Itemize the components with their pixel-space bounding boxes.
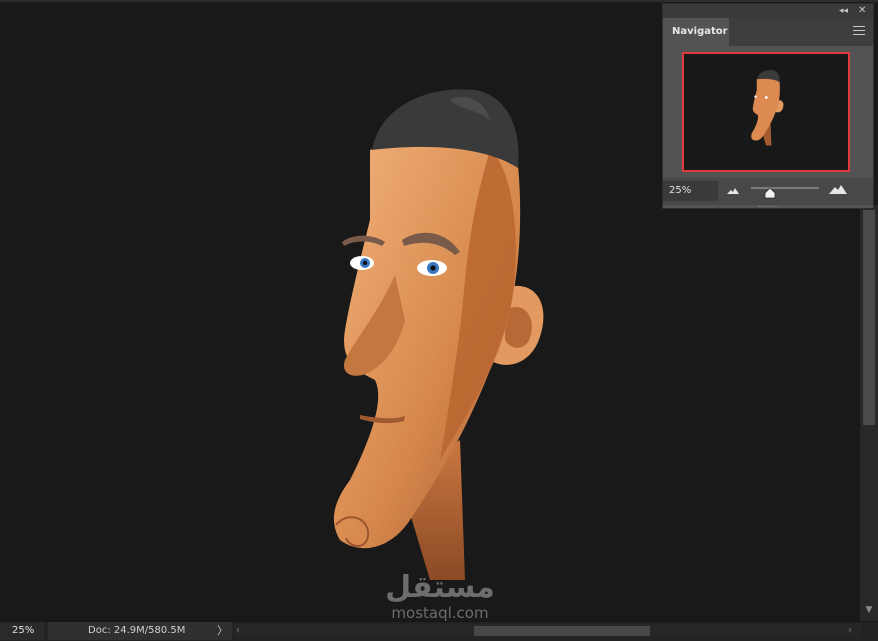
zoom-percent-field[interactable]: 25%: [663, 181, 718, 201]
zoom-in-mountain-icon[interactable]: [829, 185, 847, 194]
canvas-top-edge: [0, 0, 878, 2]
zoom-slider-track[interactable]: [751, 187, 819, 189]
navigator-preview[interactable]: [682, 52, 850, 172]
watermark-url: mostaql.com: [391, 604, 489, 622]
panel-header[interactable]: ◂◂ ✕: [663, 4, 873, 18]
navigator-panel: ◂◂ ✕ Navigator 25%: [662, 3, 874, 209]
cartoon-head-illustration: [333, 89, 544, 580]
scroll-down-arrow-icon[interactable]: ▼: [862, 603, 876, 617]
zoom-out-mountain-icon[interactable]: [727, 188, 739, 194]
watermark-arabic: مستقل: [385, 570, 495, 605]
watermark: مستقل mostaql.com: [380, 572, 500, 628]
document-size-info: Doc: 24.9M/580.5M: [48, 622, 232, 640]
tab-navigator[interactable]: Navigator: [663, 18, 729, 46]
status-zoom-field[interactable]: 25%: [0, 622, 44, 640]
collapse-panel-icon[interactable]: ◂◂: [839, 4, 848, 18]
status-bar: 25% Doc: 24.9M/580.5M 〉 ‹ ›: [0, 621, 878, 641]
scroll-right-arrow-icon[interactable]: ›: [848, 622, 852, 640]
zoom-slider-handle[interactable]: [764, 188, 776, 199]
panel-footer: 25%: [663, 178, 873, 205]
close-panel-icon[interactable]: ✕: [858, 4, 866, 18]
navigator-thumbnail: [751, 69, 784, 146]
vertical-scroll-thumb[interactable]: [863, 210, 875, 425]
panel-resize-grip[interactable]: [758, 206, 778, 209]
horizontal-scroll-thumb[interactable]: [474, 626, 650, 636]
hamburger-icon[interactable]: [853, 26, 865, 36]
panel-tab-bar: Navigator: [663, 18, 873, 46]
scroll-left-arrow-icon[interactable]: ‹: [236, 622, 240, 640]
status-menu-arrow-icon[interactable]: 〉: [217, 622, 228, 640]
